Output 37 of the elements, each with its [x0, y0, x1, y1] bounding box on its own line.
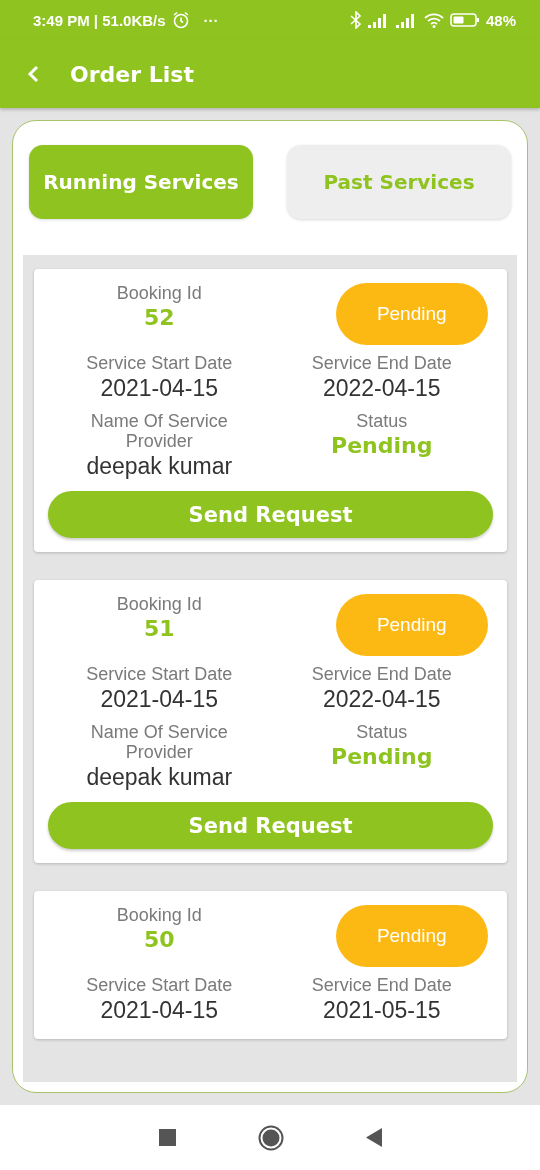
- booking-label: Booking Id: [116, 905, 202, 925]
- send-request-button[interactable]: Send Request: [48, 802, 493, 849]
- provider-name: deepak kumar: [86, 763, 233, 792]
- booking-id: 50: [143, 926, 175, 954]
- page-title: Order List: [70, 61, 194, 87]
- tab[interactable]: Past Services: [287, 145, 511, 219]
- start-date: 2021-04-15: [100, 374, 219, 403]
- provider-name: deepak kumar: [86, 452, 233, 481]
- provider-label: Name Of Service Provider: [89, 722, 229, 762]
- battery-level: 48%: [485, 11, 516, 29]
- provider-label: Name Of Service Provider: [89, 411, 229, 451]
- send-request-button[interactable]: Send Request: [48, 491, 493, 538]
- end-date: 2022-04-15: [322, 374, 441, 403]
- status-badge: Pending: [335, 283, 488, 345]
- booking-label: Booking Id: [116, 283, 202, 303]
- end-date-label: Service End Date: [311, 664, 452, 684]
- start-date: 2021-04-15: [100, 685, 219, 714]
- booking-id: 51: [143, 615, 175, 643]
- status-value: Pending: [331, 432, 433, 460]
- status-value: Pending: [331, 743, 433, 771]
- booking-id: 52: [143, 304, 175, 332]
- start-date-label: Service Start Date: [86, 664, 233, 684]
- end-date-label: Service End Date: [311, 353, 452, 373]
- booking-label: Booking Id: [116, 594, 202, 614]
- start-date: 2021-04-15: [100, 996, 219, 1025]
- status-label: Status: [356, 411, 408, 431]
- status-badge: Pending: [335, 594, 488, 656]
- start-date-label: Service Start Date: [86, 353, 233, 373]
- more-indicator: ···: [203, 11, 219, 29]
- start-date-label: Service Start Date: [86, 975, 233, 995]
- tab[interactable]: Running Services: [29, 145, 253, 219]
- status-badge: Pending: [335, 905, 488, 967]
- end-date: 2022-04-15: [322, 685, 441, 714]
- end-date-label: Service End Date: [311, 975, 452, 995]
- status-time: 3:49 PM | 51.0KB/s: [33, 11, 166, 29]
- end-date: 2021-05-15: [322, 996, 441, 1025]
- status-label: Status: [356, 722, 408, 742]
